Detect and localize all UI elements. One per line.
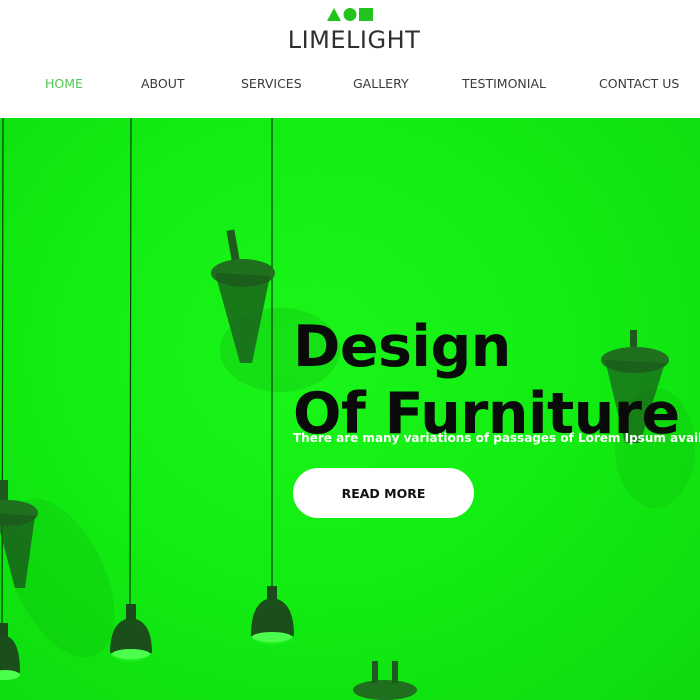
hero-title-line-1: Design	[293, 314, 511, 381]
logo[interactable]: LIMELIGHT	[0, 0, 700, 60]
nav-item-testimonial[interactable]: TESTIMONIAL	[462, 72, 546, 96]
main-nav: HOME ABOUT SERVICES GALLERY TESTIMONIAL …	[0, 72, 700, 96]
brand-name: LIMELIGHT	[287, 26, 421, 54]
nav-item-gallery[interactable]: GALLERY	[353, 72, 409, 96]
nav-item-about[interactable]: ABOUT	[141, 72, 185, 96]
nav-item-home[interactable]: HOME	[45, 72, 83, 96]
bell-lamp-3	[0, 623, 20, 680]
read-more-button[interactable]: READ MORE	[293, 468, 474, 518]
site-header: LIMELIGHT HOME ABOUT SERVICES GALLERY TE…	[0, 0, 700, 118]
nav-item-services[interactable]: SERVICES	[241, 72, 302, 96]
hero-subtitle: There are many variations of passages of…	[293, 431, 700, 445]
bottom-lamp	[353, 661, 417, 700]
hero-banner: Design Of Furniture There are many varia…	[0, 118, 700, 700]
nav-item-contact-us[interactable]: CONTACT US	[599, 72, 679, 96]
bell-lamp-2	[250, 586, 294, 646]
logo-shapes-icon	[327, 6, 375, 22]
bell-lamp-1	[110, 604, 152, 663]
